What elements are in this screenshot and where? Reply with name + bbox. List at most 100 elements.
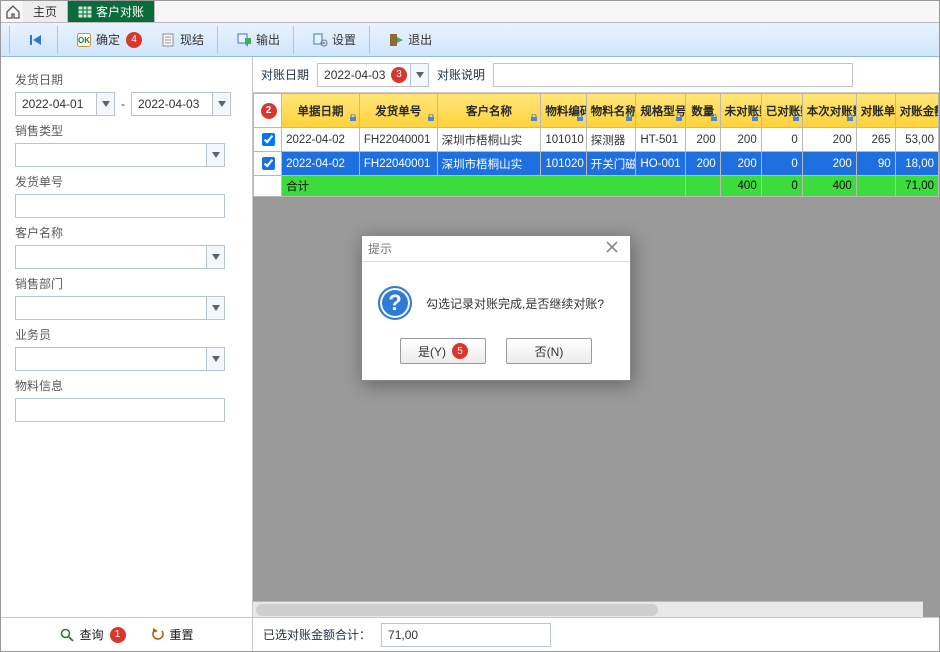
salesman-label: 业务员 — [15, 326, 238, 343]
export-button[interactable]: 输出 — [229, 28, 287, 51]
settings-label: 设置 — [332, 31, 356, 48]
col-spec[interactable]: 规格型号 — [636, 94, 686, 128]
col-qty[interactable]: 数量 — [686, 94, 721, 128]
recon-desc-input[interactable] — [493, 63, 853, 87]
home-icon — [5, 1, 21, 22]
search-icon — [59, 627, 75, 643]
cell-rec: 0 — [761, 128, 802, 152]
cell-spec: HT-501 — [636, 128, 686, 152]
lock-icon — [710, 113, 718, 125]
recon-date-badge: 3 — [391, 67, 407, 83]
close-icon[interactable] — [600, 239, 624, 258]
dialog-no-label: 否(N) — [535, 343, 564, 360]
settle-button[interactable]: 现结 — [153, 28, 211, 51]
table-sum-row: 合计 400 0 400 71,00 — [254, 176, 939, 197]
col-customer[interactable]: 客户名称 — [437, 94, 541, 128]
table-row[interactable]: 2022-04-02 FH22040001 深圳市梧桐山实 101020 开关门… — [254, 152, 939, 176]
col-thisrec[interactable]: 本次对账数量 — [802, 94, 856, 128]
chevron-down-icon — [206, 246, 224, 268]
material-label: 物料信息 — [15, 377, 238, 394]
ship-date-to-value: 2022-04-03 — [138, 97, 199, 111]
query-button[interactable]: 查询 1 — [59, 626, 125, 643]
col-matcode[interactable]: 物料编码 — [541, 94, 586, 128]
chevron-down-icon[interactable] — [411, 63, 429, 87]
dept-select[interactable] — [15, 296, 225, 320]
recon-date-field[interactable]: 2022-04-03 3 — [317, 63, 429, 87]
lock-icon — [675, 113, 683, 125]
first-icon — [28, 32, 44, 48]
customer-select[interactable] — [15, 245, 225, 269]
cell-qty: 200 — [686, 152, 721, 176]
settings-button[interactable]: 设置 — [305, 28, 363, 51]
col-ship-no[interactable]: 发货单号 — [359, 94, 437, 128]
row-checkbox[interactable] — [262, 157, 275, 170]
lock-icon — [846, 113, 854, 125]
chevron-down-icon — [206, 144, 224, 166]
dialog-no-button[interactable]: 否(N) — [506, 338, 592, 364]
sale-type-select[interactable] — [15, 143, 225, 167]
ship-date-from-value: 2022-04-01 — [22, 97, 83, 111]
query-badge: 1 — [110, 627, 126, 643]
dialog-yes-badge: 5 — [452, 343, 468, 359]
query-label: 查询 — [79, 626, 103, 643]
cell-date: 2022-04-02 — [282, 128, 360, 152]
material-input[interactable] — [15, 398, 225, 422]
lock-icon — [751, 113, 759, 125]
dialog-yes-button[interactable]: 是(Y) 5 — [400, 338, 486, 364]
cell-unrec: 200 — [720, 128, 761, 152]
table-icon — [78, 6, 92, 18]
col-unrec[interactable]: 未对账数 — [720, 94, 761, 128]
tab-home-label: 主页 — [33, 3, 57, 20]
tab-home[interactable]: 主页 — [23, 1, 68, 22]
ship-date-from[interactable]: 2022-04-01 — [15, 92, 115, 116]
question-icon: ? — [378, 286, 412, 320]
date-sep: - — [121, 97, 125, 111]
total-value: 71,00 — [388, 628, 418, 642]
col-price[interactable]: 对账单价 — [856, 94, 895, 128]
table-row[interactable]: 2022-04-02 FH22040001 深圳市梧桐山实 101010 探测器… — [254, 128, 939, 152]
chevron-down-icon — [206, 297, 224, 319]
cell-ship-no: FH22040001 — [359, 152, 437, 176]
col-rec[interactable]: 已对账数 — [761, 94, 802, 128]
cell-matn: 开关门磁 — [586, 152, 636, 176]
first-record-button[interactable] — [21, 29, 51, 51]
toolbar: OK 确定 4 现结 输出 设置 退出 — [1, 23, 939, 57]
col-date[interactable]: 单据日期 — [282, 94, 360, 128]
cell-ship-no: FH22040001 — [359, 128, 437, 152]
confirm-badge: 4 — [126, 32, 142, 48]
exit-button[interactable]: 退出 — [381, 28, 439, 51]
col-matname[interactable]: 物料名称 — [586, 94, 636, 128]
header-badge: 2 — [261, 103, 277, 119]
tab-customer-recon[interactable]: 客户对账 — [68, 1, 155, 22]
horizontal-scrollbar[interactable] — [253, 601, 923, 617]
cell-price: 90 — [856, 152, 895, 176]
cell-cust: 深圳市梧桐山实 — [437, 128, 541, 152]
cell-unrec: 200 — [720, 152, 761, 176]
cell-thisrec: 200 — [802, 128, 856, 152]
lock-icon — [625, 113, 633, 125]
dept-label: 销售部门 — [15, 275, 238, 292]
doc-icon — [160, 32, 176, 48]
settle-label: 现结 — [180, 31, 204, 48]
ship-date-to[interactable]: 2022-04-03 — [131, 92, 231, 116]
ship-date-label: 发货日期 — [15, 71, 238, 88]
export-label: 输出 — [256, 31, 280, 48]
reset-button[interactable]: 重置 — [150, 626, 194, 643]
total-value-field[interactable]: 71,00 — [381, 623, 551, 647]
ship-no-input[interactable] — [15, 194, 225, 218]
cell-rec: 0 — [761, 152, 802, 176]
exit-label: 退出 — [408, 31, 432, 48]
recon-date-label: 对账日期 — [261, 66, 309, 83]
tab-bar: 主页 客户对账 — [1, 1, 939, 23]
ok-icon: OK — [76, 32, 92, 48]
filter-panel: 发货日期 2022-04-01 - 2022-04-03 销售类型 — [1, 57, 253, 651]
tab-active-label: 客户对账 — [96, 3, 144, 20]
undo-icon — [150, 627, 166, 643]
col-amount[interactable]: 对账金额 — [895, 94, 938, 128]
salesman-select[interactable] — [15, 347, 225, 371]
cell-matc: 101010 — [541, 128, 586, 152]
exit-icon — [388, 32, 404, 48]
confirm-button[interactable]: OK 确定 4 — [69, 28, 149, 51]
row-checkbox[interactable] — [262, 133, 275, 146]
total-label: 已选对账金额合计： — [263, 626, 371, 643]
